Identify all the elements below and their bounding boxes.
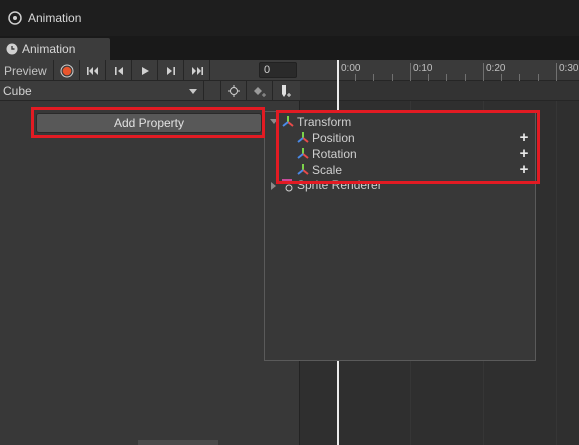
grid-line xyxy=(556,101,557,445)
ruler-tick xyxy=(355,74,356,81)
sprite-renderer-icon xyxy=(282,179,293,192)
transform-icon xyxy=(297,132,309,143)
add-scale-button[interactable]: + xyxy=(518,162,530,177)
filter-by-selection-button[interactable] xyxy=(220,81,246,101)
crosshair-icon xyxy=(227,85,240,97)
property-rotation[interactable]: Rotation xyxy=(296,146,357,162)
ruler-tick xyxy=(538,74,539,81)
transform-icon xyxy=(282,116,294,127)
clip-selected-label: Cube xyxy=(3,84,32,98)
property-label: Position xyxy=(312,131,355,145)
tab-animation[interactable]: Animation xyxy=(0,38,110,60)
window-title: Animation xyxy=(28,11,82,25)
left-panel: Preview 0 Cube Add Property xyxy=(0,60,300,445)
time-ruler[interactable]: 0:00 0:10 0:20 0:30 xyxy=(300,60,579,81)
unity-logo-icon xyxy=(8,11,22,25)
next-key-button[interactable] xyxy=(158,60,184,81)
transform-icon xyxy=(297,164,309,175)
last-key-icon xyxy=(191,66,203,75)
ruler-tick xyxy=(392,74,393,81)
add-event-icon xyxy=(281,85,291,97)
ruler-tick xyxy=(428,74,429,81)
tab-label: Animation xyxy=(22,42,76,56)
ruler-tick-label: 0:20 xyxy=(486,63,506,74)
transform-label: Transform xyxy=(297,115,352,129)
horizontal-scrollbar[interactable] xyxy=(138,440,218,445)
first-key-button[interactable] xyxy=(80,60,106,81)
ruler-tick xyxy=(465,74,466,81)
transform-icon xyxy=(297,148,309,159)
sprite-renderer-group[interactable]: Sprite Renderer xyxy=(281,178,382,192)
ruler-tick xyxy=(501,74,502,81)
window-title-bar: Animation xyxy=(0,0,579,36)
tab-strip: Animation xyxy=(0,36,579,60)
ruler-tick-label: 0:30 xyxy=(559,63,579,74)
animation-window: Animation Animation Preview 0 Cube Add P… xyxy=(0,0,579,445)
ruler-tick xyxy=(556,63,557,81)
clip-row: Cube xyxy=(0,81,300,101)
prev-key-icon xyxy=(114,66,123,75)
expand-arrow-icon[interactable] xyxy=(271,182,276,190)
prev-key-button[interactable] xyxy=(106,60,132,81)
ruler-tick xyxy=(483,63,484,81)
property-scale[interactable]: Scale xyxy=(296,162,342,178)
add-position-button[interactable]: + xyxy=(518,130,530,145)
property-label: Scale xyxy=(312,163,343,177)
ruler-tick xyxy=(446,74,447,81)
add-keyframe-icon xyxy=(253,87,266,97)
last-key-button[interactable] xyxy=(184,60,210,81)
property-label: Rotation xyxy=(312,147,357,161)
record-button[interactable] xyxy=(54,60,80,81)
add-event-button[interactable] xyxy=(272,81,298,101)
play-icon xyxy=(141,66,149,75)
next-key-icon xyxy=(166,66,175,75)
property-position[interactable]: Position xyxy=(296,130,355,146)
clip-dropdown[interactable]: Cube xyxy=(0,81,204,101)
add-rotation-button[interactable]: + xyxy=(518,146,530,161)
sprite-renderer-label: Sprite Renderer xyxy=(297,178,382,192)
play-button[interactable] xyxy=(132,60,158,81)
add-property-button[interactable]: Add Property xyxy=(36,113,262,133)
ruler-tick-label: 0:00 xyxy=(341,63,361,74)
ruler-tick xyxy=(410,63,411,81)
add-keyframe-button[interactable] xyxy=(246,81,272,101)
clock-icon xyxy=(6,43,18,55)
preview-button[interactable]: Preview xyxy=(0,60,54,81)
frame-field[interactable]: 0 xyxy=(259,62,297,78)
transform-group[interactable]: Transform xyxy=(281,114,351,130)
ruler-tick xyxy=(519,74,520,81)
record-icon xyxy=(60,64,73,77)
event-strip[interactable] xyxy=(300,81,579,101)
chevron-down-icon xyxy=(189,89,197,94)
add-property-popup: Transform Position + Rotation + Scale + … xyxy=(264,111,536,361)
playback-toolbar: Preview 0 xyxy=(0,60,300,81)
ruler-tick xyxy=(373,74,374,81)
ruler-tick-label: 0:10 xyxy=(413,63,433,74)
expand-arrow-icon[interactable] xyxy=(270,119,278,124)
first-key-icon xyxy=(86,66,98,75)
